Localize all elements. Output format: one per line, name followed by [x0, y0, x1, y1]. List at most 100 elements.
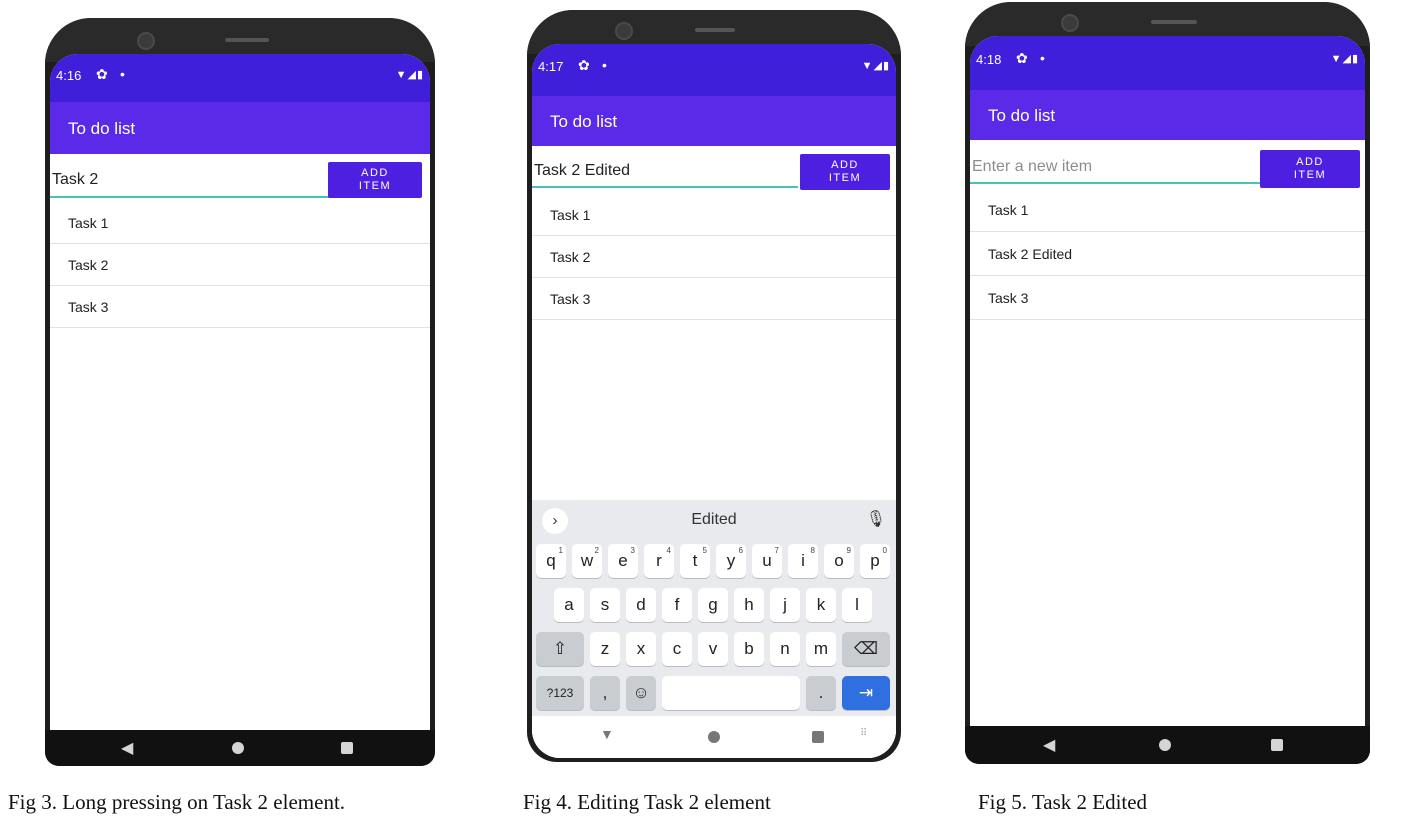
key-c[interactable]: c [662, 632, 692, 666]
input-row: ADD ITEM [532, 150, 896, 190]
screen: 4:16 ✿ • ▼◢▮ To do list ADD ITEM Task 1 … [50, 54, 430, 730]
notification-dot-icon: • [1040, 50, 1045, 66]
key-e[interactable]: e3 [608, 544, 638, 578]
system-nav-bar: ◀ [45, 730, 435, 766]
key-m[interactable]: m [806, 632, 836, 666]
key-r[interactable]: r4 [644, 544, 674, 578]
new-item-input[interactable] [50, 164, 330, 198]
key-d[interactable]: d [626, 588, 656, 622]
key-a[interactable]: a [554, 588, 584, 622]
shift-icon[interactable]: ⇧ [536, 632, 584, 666]
phone-frame-fig5: 4:18 ✿ • ▼◢▮ To do list ADD ITEM Task 1 … [965, 2, 1370, 764]
todo-list: Task 1 Task 2 Edited Task 3 [970, 188, 1365, 320]
key-b[interactable]: b [734, 632, 764, 666]
comma-key[interactable]: , [590, 676, 620, 710]
backspace-icon[interactable]: ⌫ [842, 632, 890, 666]
suggestion-word[interactable]: Edited [532, 511, 896, 529]
front-camera [137, 32, 155, 50]
list-item-task-3[interactable]: Task 3 [970, 276, 1365, 320]
key-row-3: ⇧ z x c v b n m ⌫ [532, 632, 896, 666]
recents-square-icon[interactable] [1271, 739, 1283, 751]
key-w[interactable]: w2 [572, 544, 602, 578]
notification-dot-icon: • [602, 57, 607, 73]
back-triangle-icon[interactable]: ◀ [1043, 735, 1055, 755]
list-item-task-2[interactable]: Task 2 [50, 244, 430, 286]
list-item-task-2-edited[interactable]: Task 2 Edited [970, 232, 1365, 276]
todo-list: Task 1 Task 2 Task 3 [50, 202, 430, 328]
status-time: 4:16 [56, 68, 82, 83]
key-i[interactable]: i8 [788, 544, 818, 578]
app-title: To do list [68, 119, 136, 138]
wifi-signal-battery-icon: ▼◢▮ [861, 60, 890, 72]
status-time: 4:18 [976, 52, 1002, 67]
space-bar[interactable] [662, 676, 800, 710]
home-circle-icon[interactable] [232, 742, 244, 754]
app-bar: To do list [532, 96, 896, 146]
add-item-button[interactable]: ADD ITEM [1260, 150, 1360, 188]
key-l[interactable]: l [842, 588, 872, 622]
wifi-signal-battery-icon: ▼◢▮ [1330, 53, 1359, 65]
add-item-button[interactable]: ADD ITEM [328, 162, 422, 198]
key-s[interactable]: s [590, 588, 620, 622]
phone-frame-fig4: 4:17 ✿ • ▼◢▮ To do list ADD ITEM Task 1 … [527, 10, 901, 762]
symbols-key[interactable]: ?123 [536, 676, 584, 710]
key-row-1: q1 w2 e3 r4 t5 y6 u7 i8 o9 p0 [532, 544, 896, 578]
suggestion-strip: › Edited 🎙 [532, 500, 896, 540]
key-n[interactable]: n [770, 632, 800, 666]
key-row-2: a s d f g h j k l [532, 588, 896, 622]
key-f[interactable]: f [662, 588, 692, 622]
earpiece-speaker [1151, 20, 1197, 24]
add-item-button[interactable]: ADD ITEM [800, 154, 890, 190]
list-item-task-1[interactable]: Task 1 [532, 194, 896, 236]
list-item-task-1[interactable]: Task 1 [970, 188, 1365, 232]
key-z[interactable]: z [590, 632, 620, 666]
earpiece-speaker [695, 28, 735, 32]
todo-list: Task 1 Task 2 Task 3 [532, 194, 896, 320]
recents-square-icon[interactable] [341, 742, 353, 754]
key-j[interactable]: j [770, 588, 800, 622]
key-x[interactable]: x [626, 632, 656, 666]
home-circle-icon[interactable] [1159, 739, 1171, 751]
keyboard-switch-icon[interactable]: ⠿ [860, 728, 867, 739]
key-y[interactable]: y6 [716, 544, 746, 578]
input-row: ADD ITEM [970, 146, 1365, 188]
figure-caption-fig5: Fig 5. Task 2 Edited [978, 790, 1148, 814]
key-h[interactable]: h [734, 588, 764, 622]
new-item-input[interactable] [970, 152, 1260, 184]
back-triangle-icon[interactable]: ▼ [600, 726, 614, 742]
app-bar: To do list [970, 90, 1365, 140]
list-item-task-2[interactable]: Task 2 [532, 236, 896, 278]
key-u[interactable]: u7 [752, 544, 782, 578]
microphone-icon[interactable]: 🎙 [866, 509, 886, 529]
system-nav-bar: ◀ [965, 726, 1370, 764]
status-bar: 4:16 ✿ • ▼◢▮ [50, 54, 430, 102]
key-k[interactable]: k [806, 588, 836, 622]
figure-caption-fig3: Fig 3. Long pressing on Task 2 element. [8, 790, 346, 814]
status-bar: 4:17 ✿ • ▼◢▮ [532, 44, 896, 96]
key-v[interactable]: v [698, 632, 728, 666]
status-bar: 4:18 ✿ • ▼◢▮ [970, 36, 1365, 90]
key-o[interactable]: o9 [824, 544, 854, 578]
tab-next-icon[interactable]: ⇥ [842, 676, 890, 710]
key-g[interactable]: g [698, 588, 728, 622]
keyboard-nav-bar: ▼ ⠿ [532, 716, 896, 758]
emoji-icon[interactable]: ☺ [626, 676, 656, 710]
key-q[interactable]: q1 [536, 544, 566, 578]
figure-caption-fig4: Fig 4. Editing Task 2 element [523, 790, 771, 814]
list-item-task-3[interactable]: Task 3 [532, 278, 896, 320]
notification-dot-icon: • [120, 66, 125, 82]
home-circle-icon[interactable] [708, 731, 720, 743]
recents-square-icon[interactable] [812, 731, 824, 743]
period-key[interactable]: . [806, 676, 836, 710]
soft-keyboard: › Edited 🎙 q1 w2 e3 r4 t5 y6 u7 i8 o9 p0… [532, 500, 896, 758]
back-triangle-icon[interactable]: ◀ [121, 738, 133, 758]
list-item-task-3[interactable]: Task 3 [50, 286, 430, 328]
key-p[interactable]: p0 [860, 544, 890, 578]
app-title: To do list [988, 106, 1056, 125]
new-item-input[interactable] [532, 156, 798, 188]
list-item-task-1[interactable]: Task 1 [50, 202, 430, 244]
screen: 4:17 ✿ • ▼◢▮ To do list ADD ITEM Task 1 … [532, 44, 896, 758]
key-t[interactable]: t5 [680, 544, 710, 578]
screen: 4:18 ✿ • ▼◢▮ To do list ADD ITEM Task 1 … [970, 36, 1365, 726]
earpiece-speaker [225, 38, 269, 42]
